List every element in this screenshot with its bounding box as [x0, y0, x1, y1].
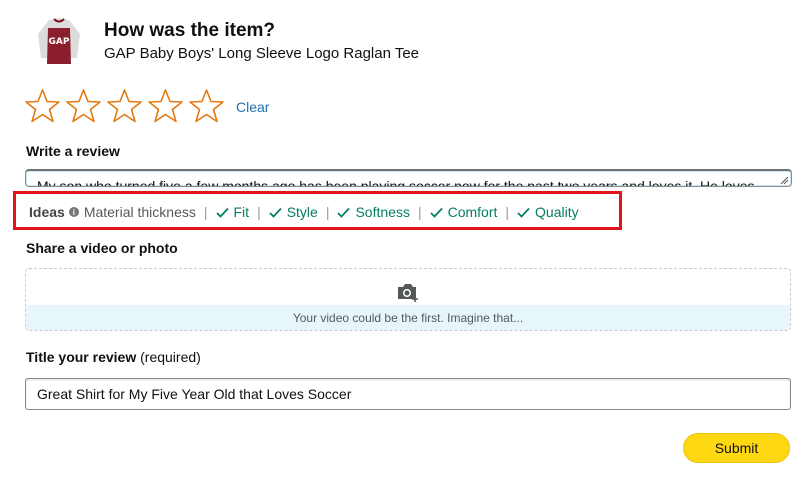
checkmark-icon: [269, 207, 282, 218]
camera-add-icon: [398, 284, 418, 302]
ideas-row: Ideas i Material thickness | Fit | Style | So…: [29, 204, 579, 220]
idea-chip-label: Comfort: [447, 204, 498, 220]
info-icon[interactable]: i: [68, 207, 79, 217]
review-textarea[interactable]: My son who turned five a few months ago …: [25, 169, 792, 187]
upload-caption: Your video could be the first. Imagine t…: [292, 311, 524, 325]
star-icon-2[interactable]: [65, 88, 102, 125]
idea-chip-style[interactable]: Style: [269, 204, 318, 220]
idea-separator: |: [417, 204, 422, 220]
product-name: GAP Baby Boys' Long Sleeve Logo Raglan T…: [104, 45, 420, 62]
star-rating: [24, 88, 225, 125]
title-label-text: Title your review: [26, 349, 137, 365]
star-icon-1[interactable]: [24, 88, 61, 125]
ideas-highlight-box: Ideas i Material thickness | Fit | Style | So…: [13, 191, 622, 230]
idea-separator: |: [325, 204, 330, 220]
star-icon-4[interactable]: [147, 88, 184, 125]
idea-chip-comfort[interactable]: Comfort: [429, 204, 498, 220]
checkmark-icon: [215, 207, 229, 218]
resize-handle-icon[interactable]: [779, 175, 789, 185]
idea-chip-fit[interactable]: Fit: [215, 204, 250, 220]
write-review-label: Write a review: [26, 143, 120, 159]
idea-chip-list: | Fit | Style | Softness | Comfort | Quality: [196, 204, 579, 220]
idea-separator: |: [257, 204, 261, 220]
idea-chip-softness[interactable]: Softness: [337, 204, 410, 220]
submit-button[interactable]: Submit: [683, 433, 790, 463]
star-icon-3[interactable]: [106, 88, 143, 125]
idea-chip-label: Softness: [355, 204, 410, 220]
idea-chip-label: Fit: [233, 204, 250, 220]
ideas-title: Ideas: [29, 204, 65, 220]
idea-separator: |: [203, 204, 208, 220]
idea-chip-label: Style: [286, 204, 318, 220]
title-required-note: (required): [140, 349, 201, 365]
star-icon-5[interactable]: [188, 88, 225, 125]
media-upload-zone[interactable]: Your video could be the first. Imagine t…: [25, 268, 791, 331]
idea-material-thickness[interactable]: Material thickness: [84, 204, 196, 220]
page-title: How was the item?: [104, 20, 276, 41]
idea-separator: |: [505, 204, 510, 220]
idea-chip-quality[interactable]: Quality: [517, 204, 579, 220]
media-label: Share a video or photo: [26, 240, 178, 256]
title-label: Title your review (required): [26, 349, 201, 365]
review-title-input[interactable]: [25, 378, 791, 410]
clear-rating-link[interactable]: Clear: [236, 99, 269, 115]
checkmark-icon: [429, 207, 443, 218]
idea-chip-label: Quality: [535, 204, 579, 220]
review-text: My son who turned five a few months ago …: [37, 178, 755, 187]
product-thumbnail: GAP: [38, 18, 80, 64]
checkmark-icon: [517, 207, 530, 218]
checkmark-icon: [337, 207, 351, 218]
svg-text:GAP: GAP: [49, 37, 70, 47]
